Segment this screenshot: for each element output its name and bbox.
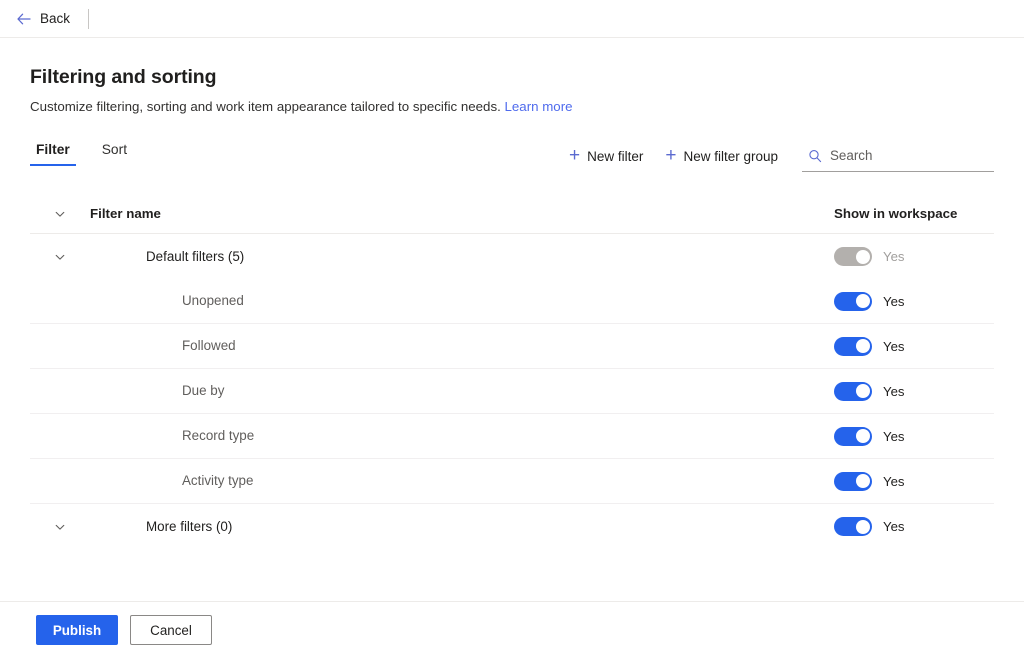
new-filter-button[interactable]: + New filter (561, 140, 651, 172)
row-toggle-cell: Yes (834, 247, 994, 266)
row-chevron-cell (30, 513, 90, 541)
chevron-down-icon[interactable] (46, 513, 74, 541)
show-in-workspace-toggle[interactable] (834, 336, 872, 356)
row-toggle-cell: Yes (834, 426, 994, 446)
publish-button[interactable]: Publish (36, 615, 118, 645)
filter-name-label: Unopened (182, 293, 244, 308)
chevron-down-icon[interactable] (46, 243, 74, 271)
new-filter-group-button[interactable]: + New filter group (657, 140, 786, 172)
toggle-knob (855, 519, 870, 534)
toggle-knob (855, 249, 870, 264)
table-header-row: Filter name Show in workspace (30, 194, 994, 234)
filter-name-label: More filters (0) (146, 518, 233, 534)
show-in-workspace-toggle-group: Yes (834, 471, 905, 491)
row-toggle-cell: Yes (834, 381, 994, 401)
show-in-workspace-toggle-group: Yes (834, 247, 905, 266)
tab-list: Filter Sort (30, 140, 133, 166)
table-row[interactable]: Due by Yes (30, 369, 994, 414)
row-name-cell: Default filters (5) (90, 248, 834, 266)
show-in-workspace-toggle[interactable] (834, 381, 872, 401)
toggle-state-label: Yes (883, 338, 905, 354)
command-bar: Filter Sort + New filter + New filter gr… (30, 140, 994, 180)
back-label: Back (40, 10, 71, 26)
toggle-state-label: Yes (883, 249, 905, 264)
table-row[interactable]: Activity type Yes (30, 459, 994, 504)
row-toggle-cell: Yes (834, 517, 994, 536)
show-in-workspace-toggle[interactable] (834, 291, 872, 311)
cancel-button[interactable]: Cancel (130, 615, 212, 645)
filter-name-label: Followed (182, 338, 236, 353)
table-row[interactable]: Unopened Yes (30, 279, 994, 324)
table-row[interactable]: Followed Yes (30, 324, 994, 369)
row-toggle-cell: Yes (834, 471, 994, 491)
table-body: Default filters (5) Yes Unopened Yes Followe… (30, 234, 994, 549)
row-name-cell: Unopened (90, 292, 834, 310)
toggle-state-label: Yes (883, 428, 905, 444)
show-in-workspace-toggle-group: Yes (834, 381, 905, 401)
filter-name-label: Default filters (5) (146, 248, 245, 264)
toggle-state-label: Yes (883, 293, 905, 309)
filter-name-label: Activity type (182, 473, 254, 488)
show-in-workspace-toggle-group: Yes (834, 517, 905, 536)
row-name-cell: Followed (90, 337, 834, 355)
column-header-show-in-workspace: Show in workspace (834, 206, 958, 221)
search-input[interactable] (830, 148, 990, 163)
column-header-filter-name: Filter name (90, 205, 161, 221)
show-in-workspace-toggle (834, 247, 872, 266)
row-toggle-cell: Yes (834, 336, 994, 356)
toggle-knob (855, 429, 870, 443)
new-filter-group-label: New filter group (683, 148, 778, 164)
row-name-cell: Activity type (90, 472, 834, 490)
page-subtitle-text: Customize filtering, sorting and work it… (30, 99, 501, 114)
table-row[interactable]: Default filters (5) Yes (30, 234, 994, 279)
footer-actions: Publish Cancel (0, 601, 1024, 658)
header-toggle-cell: Show in workspace (834, 206, 994, 221)
toggle-state-label: Yes (883, 383, 905, 399)
filter-name-label: Due by (182, 383, 225, 398)
row-name-cell: Due by (90, 382, 834, 400)
new-filter-label: New filter (587, 148, 644, 164)
table-row[interactable]: More filters (0) Yes (30, 504, 994, 549)
table-row[interactable]: Record type Yes (30, 414, 994, 459)
page-title: Filtering and sorting (30, 66, 217, 88)
page-subtitle: Customize filtering, sorting and work it… (30, 99, 994, 114)
row-name-cell: Record type (90, 427, 834, 445)
command-actions: + New filter + New filter group (561, 140, 994, 172)
row-toggle-cell: Yes (834, 291, 994, 311)
header-name-cell: Filter name (90, 205, 834, 223)
arrow-left-icon (16, 11, 32, 27)
toggle-knob (855, 384, 870, 398)
learn-more-link[interactable]: Learn more (505, 99, 573, 114)
plus-icon: + (665, 144, 677, 166)
toggle-state-label: Yes (883, 473, 905, 489)
show-in-workspace-toggle[interactable] (834, 426, 872, 446)
toggle-state-label: Yes (883, 519, 905, 534)
header-chevron-cell (30, 200, 90, 228)
back-bar: Back (0, 0, 1024, 38)
filters-table: Filter name Show in workspace Default fi… (30, 194, 994, 549)
toggle-knob (855, 294, 870, 308)
search-icon (808, 149, 822, 163)
row-chevron-cell (30, 243, 90, 271)
show-in-workspace-toggle[interactable] (834, 471, 872, 491)
chevron-down-icon[interactable] (46, 200, 74, 228)
row-name-cell: More filters (0) (90, 518, 834, 536)
show-in-workspace-toggle-group: Yes (834, 336, 905, 356)
tab-filter[interactable]: Filter (30, 140, 76, 166)
search-box[interactable] (802, 140, 994, 172)
show-in-workspace-toggle-group: Yes (834, 426, 905, 446)
back-button[interactable]: Back (10, 4, 76, 34)
back-bar-separator (88, 8, 90, 29)
page-body: Filtering and sorting Customize filterin… (0, 66, 1024, 549)
tab-sort[interactable]: Sort (96, 140, 133, 166)
show-in-workspace-toggle-group: Yes (834, 291, 905, 311)
filter-name-label: Record type (182, 428, 255, 443)
toggle-knob (855, 339, 870, 353)
plus-icon: + (568, 144, 581, 166)
show-in-workspace-toggle[interactable] (834, 517, 872, 536)
toggle-knob (855, 474, 870, 488)
